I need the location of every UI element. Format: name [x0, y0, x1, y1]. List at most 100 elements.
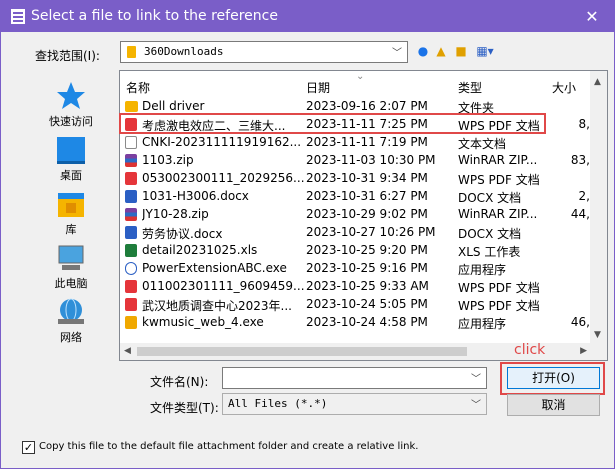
file-type: DOCX 文档 — [458, 191, 522, 205]
filetype-value: All Files (*.*) — [228, 397, 328, 410]
file-type: WPS PDF 文档 — [458, 299, 540, 313]
xls-file-icon — [125, 244, 137, 257]
pdf-file-icon — [125, 298, 137, 311]
computer-icon — [56, 243, 86, 273]
file-type: 应用程序 — [458, 263, 507, 277]
file-size: 46, — [570, 315, 590, 329]
copy-file-label: Copy this file to the default file attac… — [39, 441, 419, 452]
network-icon — [56, 297, 86, 327]
view-menu-icon[interactable]: ▦▾ — [473, 43, 497, 59]
file-name: Dell driver — [142, 99, 205, 113]
file-row[interactable]: 011002301111_9609459... 2023-10-25 9:33 A… — [120, 278, 607, 295]
cancel-button[interactable]: 取消 — [507, 394, 600, 416]
file-type: 应用程序 — [458, 317, 507, 331]
back-icon[interactable]: ● — [415, 43, 431, 59]
file-type: 文本文档 — [458, 137, 507, 151]
column-header-type[interactable]: 类型 — [458, 79, 482, 96]
column-header-size[interactable]: 大小 — [552, 79, 576, 96]
chevron-down-icon[interactable]: ﹀ — [392, 44, 402, 59]
file-name: PowerExtensionABC.exe — [142, 261, 287, 275]
place-library[interactable]: 库 — [32, 189, 110, 237]
file-name: 011002301111_9609459... — [142, 279, 304, 293]
file-row[interactable]: 考虑激电效应二、三维大... 2023-11-11 7:25 PM WPS PDF … — [120, 116, 607, 133]
chevron-down-icon[interactable]: ﹀ — [471, 370, 481, 385]
file-type: WPS PDF 文档 — [458, 173, 540, 187]
file-row[interactable]: 053002300111_2029256... 2023-10-31 9:34 P… — [120, 170, 607, 187]
file-row[interactable]: PowerExtensionABC.exe 2023-10-25 9:16 PM 应… — [120, 260, 607, 277]
folder-icon — [127, 46, 136, 58]
place-label: 桌面 — [60, 169, 82, 182]
file-size: 83, — [570, 153, 590, 167]
file-type: WPS PDF 文档 — [458, 119, 540, 133]
scroll-up-icon[interactable]: ▲ — [594, 77, 601, 87]
file-row[interactable]: 武汉地质调查中心2023年... 2023-10-24 5:05 PM WPS PD… — [120, 296, 607, 313]
zip-file-icon — [125, 154, 137, 167]
file-name: 考虑激电效应二、三维大... — [142, 119, 286, 133]
open-button[interactable]: 打开(O) — [507, 367, 600, 389]
file-size: 2, — [578, 189, 590, 203]
file-date: 2023-10-25 9:20 PM — [306, 243, 428, 257]
file-name: JY10-28.zip — [142, 207, 209, 221]
document-icon — [11, 9, 25, 24]
file-type: DOCX 文档 — [458, 227, 522, 241]
scroll-left-icon[interactable]: ◀ — [124, 346, 131, 356]
click-annotation: click — [514, 342, 546, 358]
file-list[interactable]: 名称 日期 ⌄ 类型 大小 Dell driver 2023-09-16 2:07… — [119, 70, 608, 361]
place-desktop[interactable]: 桌面 — [32, 135, 110, 183]
file-row[interactable]: 1031-H3006.docx 2023-10-31 6:27 PM DOCX 文档… — [120, 188, 607, 205]
look-in-dropdown[interactable]: 360Downloads ﹀ — [120, 41, 408, 63]
file-row[interactable]: detail20231025.xls 2023-10-25 9:20 PM XLS … — [120, 242, 607, 259]
up-folder-icon[interactable]: ▲ — [433, 43, 449, 59]
file-type: WinRAR ZIP... — [458, 207, 538, 221]
place-quick-access[interactable]: 快速访问 — [32, 81, 110, 129]
file-row[interactable]: 劳务协议.docx 2023-10-27 10:26 PM DOCX 文档 — [120, 224, 607, 241]
file-date: 2023-11-11 7:25 PM — [306, 117, 428, 131]
place-this-pc[interactable]: 此电脑 — [32, 243, 110, 291]
title-bar[interactable]: Select a file to link to the reference ✕ — [1, 1, 614, 32]
scroll-down-icon[interactable]: ▼ — [594, 330, 601, 340]
file-type: XLS 工作表 — [458, 245, 521, 259]
vertical-scrollbar[interactable]: ▲ ▼ — [590, 71, 607, 344]
new-folder-icon[interactable]: ■ — [453, 43, 469, 59]
file-row[interactable]: Dell driver 2023-09-16 2:07 PM 文件夹 — [120, 98, 607, 115]
filetype-label: 文件类型(T): — [150, 401, 219, 415]
column-header-date[interactable]: 日期 — [306, 79, 330, 96]
place-network[interactable]: 网络 — [32, 297, 110, 345]
file-date: 2023-10-29 9:02 PM — [306, 207, 428, 221]
file-date: 2023-11-11 7:19 PM — [306, 135, 428, 149]
copy-file-checkbox[interactable]: ✓ — [22, 441, 35, 454]
pdf-file-icon — [125, 280, 137, 293]
docx-file-icon — [125, 226, 137, 239]
close-button[interactable]: ✕ — [570, 1, 614, 32]
column-header-name[interactable]: 名称 — [126, 79, 150, 96]
file-row[interactable]: JY10-28.zip 2023-10-29 9:02 PM WinRAR ZIP.… — [120, 206, 607, 223]
chevron-down-icon[interactable]: ﹀ — [471, 396, 481, 411]
file-row[interactable]: kwmusic_web_4.exe 2023-10-24 4:58 PM 应用程序 4… — [120, 314, 607, 331]
docx-file-icon — [125, 190, 137, 203]
sort-chevron-icon: ⌄ — [356, 71, 365, 82]
pdf-file-icon — [125, 172, 137, 185]
scroll-right-icon[interactable]: ▶ — [580, 346, 587, 356]
star-icon — [56, 81, 86, 111]
file-type: WinRAR ZIP... — [458, 153, 538, 167]
file-date: 2023-09-16 2:07 PM — [306, 99, 428, 113]
scroll-thumb[interactable] — [137, 347, 467, 356]
filename-label: 文件名(N): — [150, 375, 209, 389]
scroll-corner — [590, 343, 607, 360]
file-date: 2023-10-31 6:27 PM — [306, 189, 428, 203]
place-label: 此电脑 — [54, 277, 88, 290]
file-name: 1031-H3006.docx — [142, 189, 249, 203]
file-date: 2023-10-27 10:26 PM — [306, 225, 436, 239]
file-name: 053002300111_2029256... — [142, 171, 304, 185]
file-name: detail20231025.xls — [142, 243, 258, 257]
pdf-file-icon — [125, 118, 137, 131]
file-type: 文件夹 — [458, 101, 495, 115]
look-in-label: 查找范围(I): — [35, 49, 100, 63]
file-row[interactable]: CNKI-202311111919162... 2023-11-11 7:19 P… — [120, 134, 607, 151]
file-row[interactable]: 1103.zip 2023-11-03 10:30 PM WinRAR ZIP...… — [120, 152, 607, 169]
place-label: 快速访问 — [49, 115, 93, 128]
file-name: 武汉地质调查中心2023年... — [142, 299, 292, 313]
filename-field[interactable]: ﹀ — [222, 367, 487, 389]
filetype-dropdown[interactable]: All Files (*.*) ﹀ — [222, 393, 487, 415]
place-label: 网络 — [60, 331, 82, 344]
